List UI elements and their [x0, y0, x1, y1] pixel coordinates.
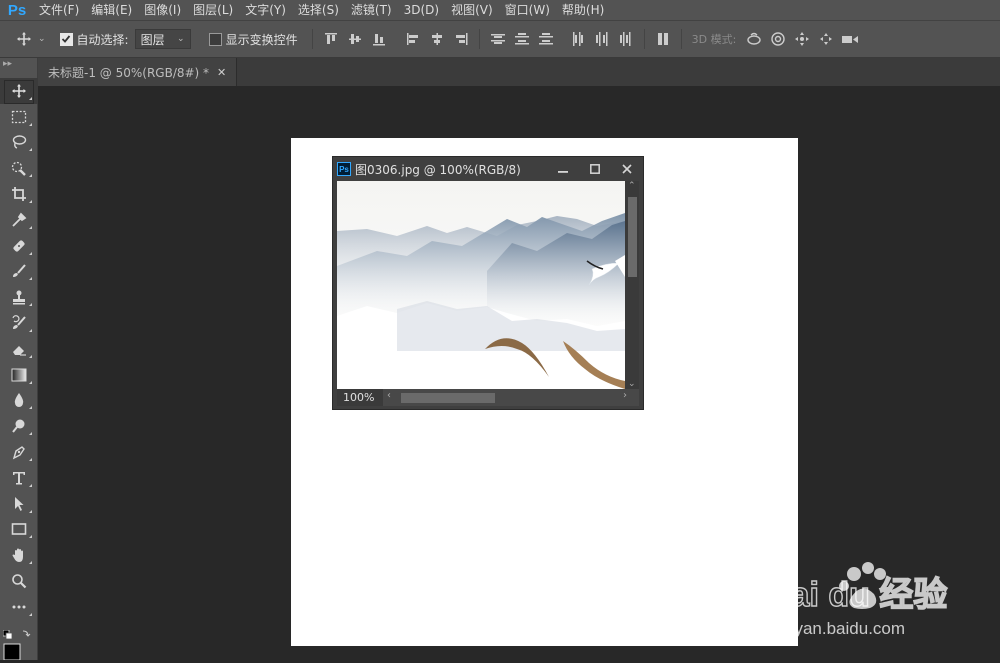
- chevron-down-icon[interactable]: ⌄: [38, 34, 46, 44]
- auto-select-checkbox[interactable]: [59, 32, 73, 46]
- show-transform-label: 显示变换控件: [225, 32, 298, 47]
- eyedropper-tool-icon[interactable]: [0, 207, 38, 233]
- distribute-bottom-icon[interactable]: [537, 30, 555, 48]
- floating-window-titlebar[interactable]: Ps 图0306.jpg @ 100%(RGB/8): [333, 157, 643, 181]
- more-tools-icon[interactable]: [0, 594, 38, 620]
- 3d-slide-icon[interactable]: [817, 30, 835, 48]
- 3d-roll-icon[interactable]: [769, 30, 787, 48]
- document-tab-bar: 未标题-1 @ 50%(RGB/8#) * ✕: [38, 58, 1000, 86]
- menu-file[interactable]: 文件(F): [34, 0, 84, 20]
- menu-select[interactable]: 选择(S): [293, 0, 344, 20]
- brush-tool-icon[interactable]: [0, 259, 38, 285]
- panel-grip-icon[interactable]: ▸▸: [0, 58, 37, 78]
- align-hcenter-icon[interactable]: [428, 30, 446, 48]
- horizontal-scroll-thumb[interactable]: [401, 393, 495, 403]
- distribute-top-icon[interactable]: [489, 30, 507, 48]
- crop-tool-icon[interactable]: [0, 181, 38, 207]
- hand-tool-icon[interactable]: [0, 542, 38, 568]
- menu-help[interactable]: 帮助(H): [557, 0, 609, 20]
- menu-image[interactable]: 图像(I): [139, 0, 186, 20]
- chevron-down-icon[interactable]: ⌄: [628, 379, 636, 389]
- align-top-icon[interactable]: [322, 30, 340, 48]
- chevron-down-icon: ⌄: [177, 34, 185, 44]
- auto-select-target-value: 图层: [140, 32, 165, 47]
- pen-tool-icon[interactable]: [0, 439, 38, 465]
- options-bar: ⌄ 自动选择: 图层 ⌄ 显示变换控件 3D 模式:: [0, 20, 1000, 58]
- chevron-up-icon[interactable]: ⌃: [628, 181, 636, 191]
- maximize-icon[interactable]: [579, 159, 611, 179]
- rectangle-tool-icon[interactable]: [0, 517, 38, 543]
- menu-window[interactable]: 窗口(W): [500, 0, 555, 20]
- gradient-tool-icon[interactable]: [0, 362, 38, 388]
- type-tool-icon[interactable]: [0, 465, 38, 491]
- menu-type[interactable]: 文字(Y): [240, 0, 291, 20]
- healing-brush-tool-icon[interactable]: [0, 233, 38, 259]
- divider: [478, 29, 480, 49]
- floating-window-title: 图0306.jpg @ 100%(RGB/8): [355, 162, 521, 177]
- menu-view[interactable]: 视图(V): [446, 0, 498, 20]
- watermark-brand: Bai du 经验: [766, 575, 947, 614]
- menu-filter[interactable]: 滤镜(T): [346, 0, 397, 20]
- document-tab[interactable]: 未标题-1 @ 50%(RGB/8#) * ✕: [38, 58, 238, 86]
- 3d-scale-icon[interactable]: [841, 30, 859, 48]
- align-bottom-icon[interactable]: [370, 30, 388, 48]
- chevron-left-icon[interactable]: ‹: [387, 390, 391, 401]
- eraser-tool-icon[interactable]: [0, 336, 38, 362]
- 3d-mode-label: 3D 模式:: [691, 33, 737, 46]
- blur-tool-icon[interactable]: [0, 388, 38, 414]
- path-select-tool-icon[interactable]: [0, 491, 38, 517]
- close-icon[interactable]: [611, 159, 643, 179]
- show-transform-checkbox[interactable]: [208, 32, 222, 46]
- baidu-watermark: Bai du 经验 jingyan.baidu.com: [765, 552, 966, 642]
- photoshop-doc-icon: Ps: [337, 162, 351, 176]
- zoom-tool-icon[interactable]: [0, 568, 38, 594]
- menu-edit[interactable]: 编辑(E): [86, 0, 137, 20]
- distribute-vcenter-icon[interactable]: [513, 30, 531, 48]
- divider: [680, 29, 682, 49]
- distribute-right-icon[interactable]: [617, 30, 635, 48]
- quick-select-tool-icon[interactable]: [0, 155, 38, 181]
- landscape-image: [337, 181, 625, 389]
- divider: [311, 29, 313, 49]
- 3d-pan-icon[interactable]: [793, 30, 811, 48]
- clone-stamp-tool-icon[interactable]: [0, 284, 38, 310]
- move-tool-icon[interactable]: [0, 78, 38, 104]
- tools-panel: ▸▸: [0, 58, 38, 661]
- auto-select-label: 自动选择:: [76, 32, 129, 47]
- horizontal-scrollbar[interactable]: ‹ ›: [383, 389, 639, 406]
- minimize-icon[interactable]: [547, 159, 579, 179]
- distribute-left-icon[interactable]: [569, 30, 587, 48]
- vertical-scroll-thumb[interactable]: [628, 197, 637, 277]
- 3d-rotate-icon[interactable]: [745, 30, 763, 48]
- vertical-scrollbar[interactable]: ⌃ ⌄: [625, 181, 639, 389]
- history-brush-tool-icon[interactable]: [0, 310, 38, 336]
- menu-layer[interactable]: 图层(L): [188, 0, 238, 20]
- move-options-icon[interactable]: [14, 29, 34, 49]
- zoom-field[interactable]: 100%: [337, 389, 383, 406]
- auto-align-icon[interactable]: [654, 30, 672, 48]
- menu-bar: Ps 文件(F) 编辑(E) 图像(I) 图层(L) 文字(Y) 选择(S) 滤…: [0, 0, 1000, 20]
- menu-3d[interactable]: 3D(D): [399, 0, 444, 20]
- color-swatches[interactable]: [2, 629, 35, 661]
- align-right-icon[interactable]: [452, 30, 470, 48]
- align-vcenter-icon[interactable]: [346, 30, 364, 48]
- photoshop-logo: Ps: [7, 1, 27, 19]
- floating-document-window[interactable]: Ps 图0306.jpg @ 100%(RGB/8) ⌃ ⌄ 100% ‹ ›: [332, 156, 644, 410]
- document-tab-title: 未标题-1 @ 50%(RGB/8#) *: [48, 65, 210, 80]
- marquee-tool-icon[interactable]: [0, 104, 38, 130]
- watermark-url: jingyan.baidu.com: [767, 619, 905, 638]
- distribute-hcenter-icon[interactable]: [593, 30, 611, 48]
- lasso-tool-icon[interactable]: [0, 130, 38, 156]
- chevron-right-icon[interactable]: ›: [623, 390, 627, 401]
- align-left-icon[interactable]: [404, 30, 422, 48]
- divider: [643, 29, 645, 49]
- close-icon[interactable]: ✕: [217, 66, 226, 79]
- auto-select-target-dropdown[interactable]: 图层 ⌄: [134, 29, 191, 49]
- floating-window-statusbar: 100% ‹ ›: [337, 389, 639, 406]
- dodge-tool-icon[interactable]: [0, 413, 38, 439]
